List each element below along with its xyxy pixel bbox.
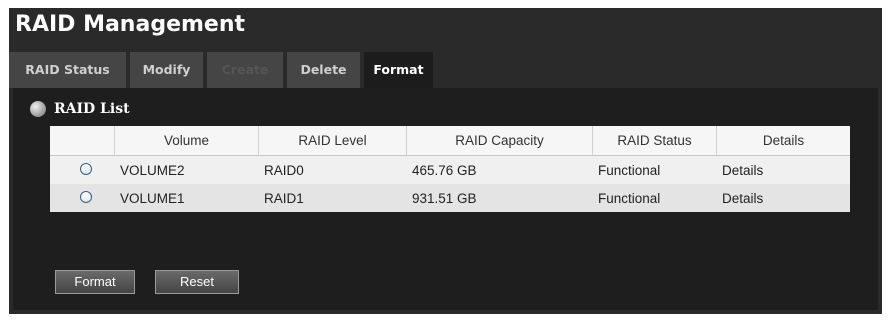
raid-capacity-cell: 931.51 GB — [412, 190, 477, 206]
table-row: VOLUME1 RAID1 931.51 GB Functional Detai… — [50, 184, 850, 212]
tab-create: Create — [207, 52, 283, 88]
volume-cell: VOLUME2 — [120, 162, 185, 178]
column-header-raid-capacity: RAID Capacity — [406, 126, 592, 155]
column-header-raid-status: RAID Status — [592, 126, 716, 155]
tab-delete[interactable]: Delete — [287, 52, 360, 88]
raid-management-window: RAID Management RAID Status Modify Creat… — [9, 8, 882, 314]
table-row: VOLUME2 RAID0 465.76 GB Functional Detai… — [50, 156, 850, 184]
raid-capacity-cell: 465.76 GB — [412, 162, 477, 178]
reset-button[interactable]: Reset — [155, 270, 239, 294]
raid-status-cell: Functional — [598, 162, 661, 178]
select-cell — [50, 184, 114, 212]
tab-raid-status[interactable]: RAID Status — [9, 52, 126, 88]
raid-list-icon — [30, 101, 46, 117]
volume-select-radio[interactable] — [80, 163, 92, 175]
raid-status-cell: Functional — [598, 190, 661, 206]
raid-list-table: Volume RAID Level RAID Capacity RAID Sta… — [50, 126, 850, 212]
tab-bar: RAID Status Modify Create Delete Format — [9, 52, 882, 88]
raid-list-title: RAID List — [54, 101, 130, 117]
select-cell — [50, 156, 114, 184]
column-header-select — [50, 126, 114, 155]
volume-select-radio[interactable] — [80, 191, 92, 203]
column-header-volume: Volume — [114, 126, 258, 155]
column-header-raid-level: RAID Level — [258, 126, 406, 155]
table-header-row: Volume RAID Level RAID Capacity RAID Sta… — [50, 126, 850, 156]
details-link[interactable]: Details — [716, 156, 850, 184]
volume-cell: VOLUME1 — [120, 190, 185, 206]
column-header-details: Details — [716, 126, 850, 155]
details-link[interactable]: Details — [716, 184, 850, 212]
tab-format[interactable]: Format — [364, 52, 433, 88]
raid-level-cell: RAID0 — [264, 162, 304, 178]
tab-modify[interactable]: Modify — [130, 52, 203, 88]
raid-level-cell: RAID1 — [264, 190, 304, 206]
page-title: RAID Management — [15, 12, 246, 37]
format-button[interactable]: Format — [55, 270, 135, 294]
